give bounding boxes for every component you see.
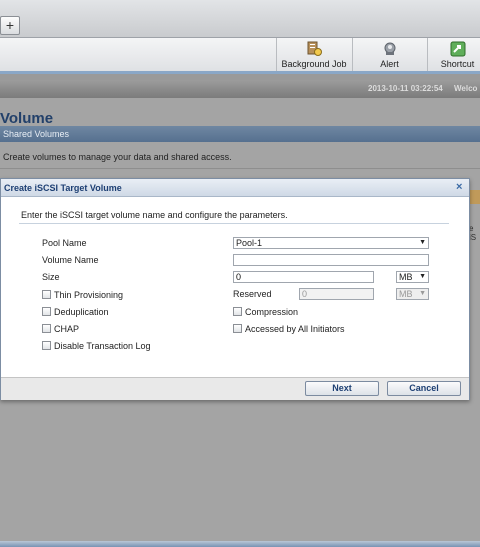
background-job-label: Background Job xyxy=(281,59,347,69)
pool-name-select[interactable]: Pool-1 ▼ xyxy=(233,237,429,249)
size-input[interactable]: 0 xyxy=(233,271,374,283)
page-title: Volume xyxy=(0,110,54,127)
size-unit-select[interactable]: MB ▼ xyxy=(396,271,429,283)
divider xyxy=(0,168,480,169)
dialog-body: Enter the iSCSI target volume name and c… xyxy=(1,197,469,377)
close-icon[interactable]: × xyxy=(456,181,462,193)
shortcut-label: Shortcut xyxy=(440,59,475,69)
thin-provisioning-checkbox[interactable] xyxy=(42,290,51,299)
reserved-label: Reserved xyxy=(233,289,272,299)
dialog-footer: Next Cancel xyxy=(1,377,469,400)
reserved-input[interactable]: 0 xyxy=(299,288,374,300)
side-panel-edge xyxy=(470,190,480,204)
bottom-edge xyxy=(0,541,480,547)
reserved-unit-value: MB xyxy=(399,289,413,299)
timestamp: 2013-10-11 03:22:54 xyxy=(368,84,443,93)
tab-strip: + xyxy=(0,0,480,38)
background-job-button[interactable]: Background Job xyxy=(276,38,351,71)
disable-transaction-log-label: Disable Transaction Log xyxy=(54,341,151,351)
volume-name-input[interactable] xyxy=(233,254,429,266)
alert-button[interactable]: Alert xyxy=(352,38,426,71)
deduplication-checkbox[interactable] xyxy=(42,307,51,316)
background-job-icon xyxy=(307,41,322,56)
deduplication-label: Deduplication xyxy=(54,307,109,317)
pool-name-value: Pool-1 xyxy=(236,238,263,248)
dialog-title: Create iSCSI Target Volume xyxy=(4,183,122,193)
shortcut-icon xyxy=(450,41,465,57)
create-iscsi-target-volume-dialog: Create iSCSI Target Volume × Enter the i… xyxy=(0,178,470,400)
next-button[interactable]: Next xyxy=(305,381,379,396)
accessed-by-all-initiators-label: Accessed by All Initiators xyxy=(245,324,345,334)
instruction-text: Enter the iSCSI target volume name and c… xyxy=(21,210,288,220)
volume-name-label: Volume Name xyxy=(42,255,99,265)
chevron-down-icon: ▼ xyxy=(419,290,426,297)
thin-provisioning-label: Thin Provisioning xyxy=(54,290,124,300)
chap-label: CHAP xyxy=(54,324,80,334)
size-label: Size xyxy=(42,272,60,282)
chap-checkbox[interactable] xyxy=(42,324,51,333)
compression-checkbox[interactable] xyxy=(233,307,242,316)
dialog-header: Create iSCSI Target Volume × xyxy=(1,179,469,197)
compression-label: Compression xyxy=(245,307,299,317)
status-bar: 2013-10-11 03:22:54 Welco xyxy=(0,80,480,98)
page-description: Create volumes to manage your data and s… xyxy=(3,152,232,162)
alert-icon xyxy=(384,42,395,55)
add-tab-button[interactable]: + xyxy=(0,16,20,35)
divider xyxy=(19,223,449,224)
breadcrumb: Shared Volumes xyxy=(0,126,480,142)
reserved-unit-select[interactable]: MB ▼ xyxy=(396,288,429,300)
size-unit-value: MB xyxy=(399,272,413,282)
welcome-text: Welco xyxy=(454,84,478,93)
disable-transaction-log-checkbox[interactable] xyxy=(42,341,51,350)
cancel-button[interactable]: Cancel xyxy=(387,381,461,396)
shortcut-button[interactable]: Shortcut xyxy=(427,38,480,71)
chevron-down-icon: ▼ xyxy=(419,273,426,280)
alert-label: Alert xyxy=(380,59,399,69)
breadcrumb-label: Shared Volumes xyxy=(3,129,70,139)
side-text: e iS xyxy=(469,224,477,242)
chevron-down-icon: ▼ xyxy=(419,239,426,246)
toolbar: Background Job Alert Shortcut xyxy=(0,38,480,74)
accessed-by-all-initiators-checkbox[interactable] xyxy=(233,324,242,333)
pool-name-label: Pool Name xyxy=(42,238,87,248)
